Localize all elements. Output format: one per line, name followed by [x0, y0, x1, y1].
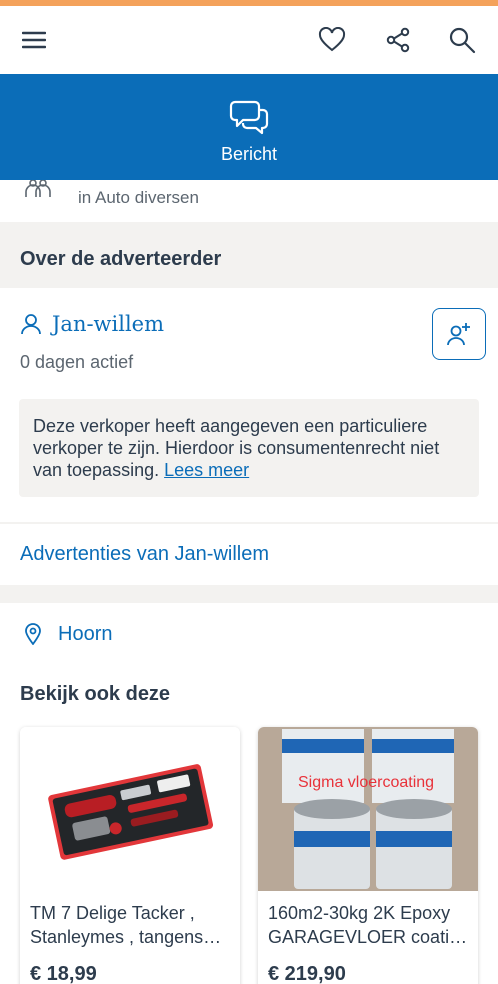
location-text: Hoorn [58, 623, 113, 645]
product-image-coating-buckets: Sigma vloercoating [258, 727, 478, 891]
suggestion-card[interactable]: Sigma vloercoating 160m2-30kg 2K Epoxy G… [258, 727, 478, 984]
product-image-tool-set [20, 727, 240, 891]
message-label: Bericht [220, 144, 278, 164]
category-text: in Auto diversen [78, 188, 199, 207]
advertiser-ads-link[interactable]: Advertenties van Jan-willem [0, 524, 498, 585]
follow-advertiser-button[interactable] [432, 308, 486, 360]
image-caption: Sigma vloercoating [298, 774, 434, 791]
share-icon[interactable] [380, 22, 416, 58]
heart-icon[interactable] [314, 22, 350, 58]
location-row[interactable]: Hoorn [0, 603, 498, 663]
message-banner-button[interactable]: Bericht [0, 74, 498, 180]
advertiser-card: Jan-willem 0 dagen actief Deze verkoper … [0, 288, 498, 522]
location-pin-icon [24, 623, 42, 650]
consumer-law-notice: Deze verkoper heeft aangegeven een parti… [19, 399, 479, 497]
app-bar [0, 6, 498, 74]
about-advertiser-heading: Over de adverteerder [20, 248, 222, 270]
category-info: in Auto diversen [0, 179, 498, 222]
suggestion-price: € 18,99 [30, 963, 97, 984]
suggestions-section: Bekijk ook deze TM 7 Delige Tacker , Sta… [0, 663, 498, 984]
advertiser-active-days: 0 dagen actief [20, 352, 134, 372]
chat-bubbles-icon [229, 96, 269, 136]
suggestion-title: TM 7 Delige Tacker , Stanleymes , tangen… [30, 903, 222, 947]
suggestion-title: 160m2-30kg 2K Epoxy GARAGEVLOER coatin… [268, 903, 468, 947]
suggestions-heading: Bekijk ook deze [20, 683, 171, 705]
advertiser-ads-label: Advertenties van Jan-willem [20, 543, 269, 565]
suggestion-card[interactable]: TM 7 Delige Tacker , Stanleymes , tangen… [20, 727, 240, 984]
user-icon [21, 314, 41, 335]
add-user-icon [447, 323, 470, 346]
search-icon[interactable] [444, 22, 480, 58]
suggestion-price: € 219,90 [268, 963, 346, 984]
people-icon [24, 179, 52, 202]
read-more-link[interactable]: Lees meer [164, 460, 249, 480]
advertiser-name: Jan-willem [52, 312, 165, 336]
advertiser-name-link[interactable]: Jan-willem [20, 312, 164, 336]
menu-icon[interactable] [16, 22, 52, 58]
